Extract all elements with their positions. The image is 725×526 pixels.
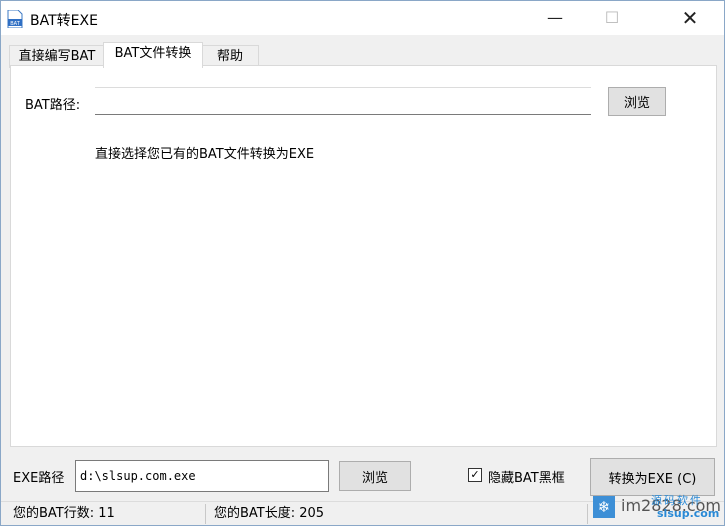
minimize-button[interactable]: — <box>532 1 578 35</box>
tab-panel-bat-convert: BAT路径: 浏览 直接选择您已有的BAT文件转换为EXE <box>10 65 717 447</box>
bat-file-icon: BAT <box>7 10 23 28</box>
maximize-button[interactable]: ☐ <box>589 1 635 35</box>
status-line-count: 您的BAT行数: 11 <box>13 506 115 521</box>
svg-text:BAT: BAT <box>10 21 20 27</box>
convert-hint-text: 直接选择您已有的BAT文件转换为EXE <box>95 147 315 162</box>
window-title: BAT转EXE <box>30 13 98 29</box>
close-button[interactable]: ✕ <box>667 1 713 35</box>
bat-path-label: BAT路径: <box>25 98 81 113</box>
tab-bat-file-convert[interactable]: BAT文件转换 <box>103 42 203 68</box>
status-divider <box>587 504 588 524</box>
app-window: BAT BAT转EXE — ☐ ✕ 直接编写BAT BAT文件转换 帮助 BAT… <box>0 0 725 526</box>
bat-browse-button[interactable]: 浏览 <box>608 87 666 116</box>
hide-console-label[interactable]: 隐藏BAT黑框 <box>488 467 565 486</box>
watermark-logo: ❄ im2828.com 源码软件 slsup.com <box>591 492 721 522</box>
title-bar[interactable]: BAT BAT转EXE — ☐ ✕ <box>1 1 724 35</box>
exe-path-label: EXE路径 <box>13 471 65 486</box>
bat-path-input[interactable] <box>95 87 591 115</box>
status-length: 您的BAT长度: 205 <box>214 506 325 521</box>
exe-browse-button[interactable]: 浏览 <box>339 461 411 491</box>
check-icon[interactable]: ✓ <box>468 468 482 482</box>
status-divider <box>205 504 206 524</box>
convert-to-exe-button[interactable]: 转换为EXE (C) <box>590 458 715 496</box>
exe-path-input[interactable] <box>75 460 329 492</box>
watermark-sub: slsup.com <box>657 507 720 520</box>
snowflake-icon: ❄ <box>593 496 615 518</box>
watermark-top: 源码软件 <box>651 494 703 507</box>
